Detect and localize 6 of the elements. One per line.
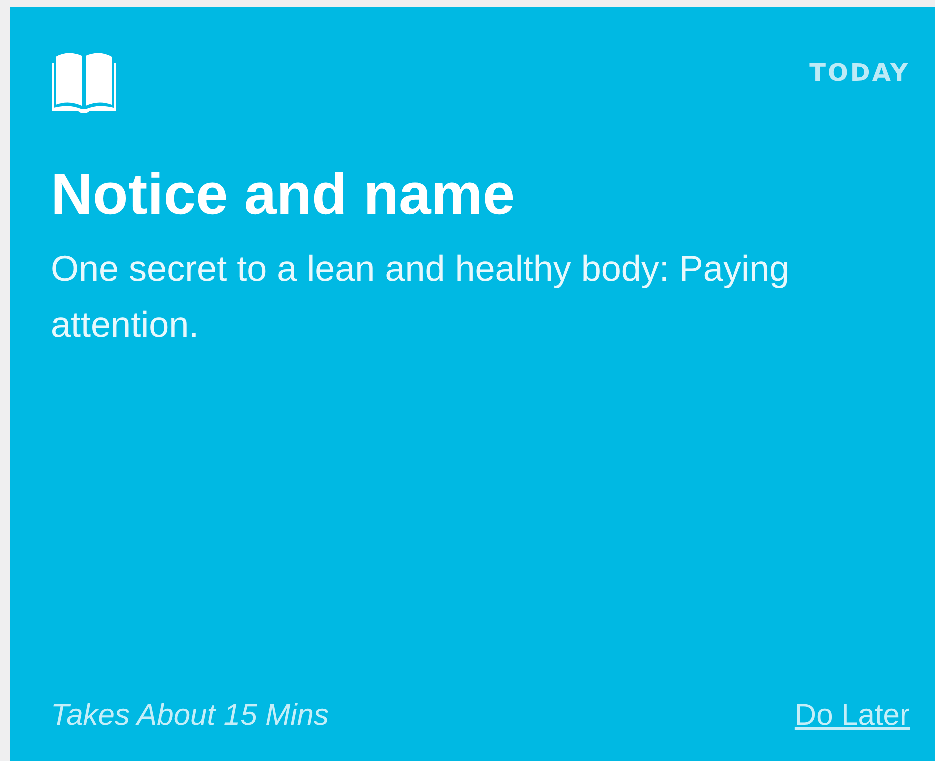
day-label: TODAY	[810, 59, 910, 87]
card-title: Notice and name	[51, 163, 516, 227]
do-later-link[interactable]: Do Later	[794, 699, 910, 733]
book-icon	[51, 51, 117, 113]
card-description: One secret to a lean and healthy body: Paying attention.	[51, 246, 790, 347]
duration-label: Takes About 15 Mins	[51, 699, 329, 733]
